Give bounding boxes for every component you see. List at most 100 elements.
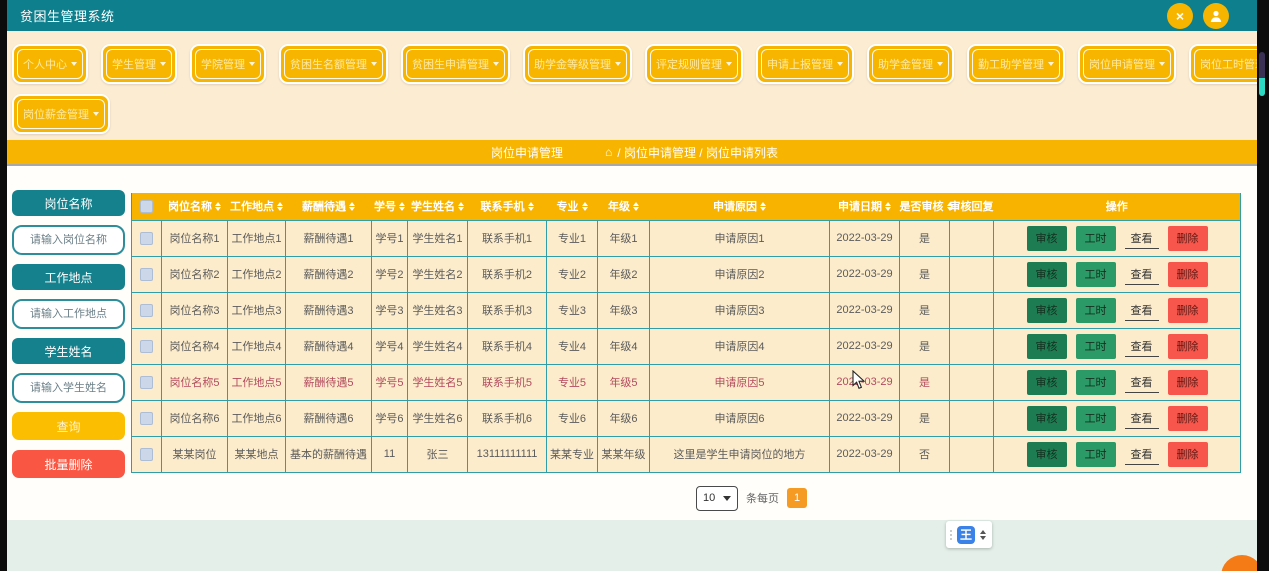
hours-button[interactable]: 工时 (1075, 441, 1116, 467)
ime-widget[interactable]: 王 (946, 521, 992, 548)
table-cell: 学号2 (371, 255, 408, 293)
column-header[interactable]: 申请原因 (649, 193, 830, 221)
nav-menu-item[interactable]: 岗位薪金管理 (12, 94, 110, 134)
ime-icon: 王 (957, 525, 975, 544)
column-header[interactable]: 工作地点 (227, 193, 286, 221)
nav-menu-item-inner: 岗位申请管理 (1083, 49, 1171, 79)
user-button[interactable] (1203, 2, 1229, 29)
nav-menu-item[interactable]: 申请上报管理 (756, 44, 854, 84)
review-button[interactable]: 审核 (1026, 261, 1067, 287)
column-header[interactable]: 岗位名称 (161, 193, 228, 221)
table-cell (949, 435, 994, 473)
table-cell: 联系手机3 (467, 291, 547, 329)
nav-item-label: 学院管理 (201, 59, 245, 71)
row-checkbox[interactable] (140, 267, 153, 281)
view-button[interactable]: 查看 (1124, 407, 1159, 429)
table-cell: 薪酬待遇6 (285, 399, 372, 437)
column-header[interactable]: 联系手机 (467, 193, 547, 221)
nav-menu-item[interactable]: 助学金等级管理 (523, 44, 632, 84)
table-cell: 2022-03-29 (829, 435, 900, 473)
nav-menu-item[interactable]: 学生管理 (101, 44, 177, 84)
scrollbar[interactable] (1259, 52, 1265, 96)
column-header[interactable]: 薪酬待遇 (285, 193, 372, 221)
nav-menu-item[interactable]: 岗位申请管理 (1078, 44, 1176, 84)
view-button[interactable]: 查看 (1124, 263, 1159, 285)
hours-button[interactable]: 工时 (1075, 261, 1116, 287)
view-button[interactable]: 查看 (1124, 443, 1159, 465)
review-button[interactable]: 审核 (1026, 405, 1067, 431)
delete-button[interactable]: 删除 (1167, 225, 1208, 251)
column-header[interactable]: 学号 (371, 193, 408, 221)
delete-button[interactable]: 删除 (1167, 297, 1208, 323)
table-cell: 学号3 (371, 291, 408, 329)
table-cell (949, 219, 994, 257)
table-cell: 薪酬待遇1 (285, 219, 372, 257)
filter-input[interactable] (12, 225, 125, 255)
filter-input[interactable] (12, 299, 125, 329)
row-checkbox[interactable] (140, 447, 153, 461)
row-checkbox[interactable] (140, 411, 153, 425)
table-cell: 工作地点5 (227, 363, 286, 401)
footer (7, 520, 1257, 571)
hours-button[interactable]: 工时 (1075, 225, 1116, 251)
filter-input[interactable] (12, 373, 125, 403)
delete-button[interactable]: 删除 (1167, 369, 1208, 395)
delete-button[interactable]: 删除 (1167, 333, 1208, 359)
table-cell: 岗位名称2 (161, 255, 228, 293)
main-panel: 岗位名称 工作地点 薪酬待遇 学号 学生姓名 联系手机 专业 年级 申请原因 申请日期 是否审核审核… (131, 193, 1241, 511)
nav-menu-item[interactable]: 贫困生名额管理 (279, 44, 388, 84)
column-header[interactable]: 是否审核 (899, 193, 953, 221)
view-button[interactable]: 查看 (1124, 227, 1159, 249)
view-button[interactable]: 查看 (1124, 371, 1159, 393)
hours-button[interactable]: 工时 (1075, 369, 1116, 395)
filter-sidebar: 岗位名称工作地点学生姓名查询批量删除 (12, 190, 125, 488)
app-title: 贫困生管理系统 (20, 9, 115, 24)
review-button[interactable]: 审核 (1026, 369, 1067, 395)
nav-menu-item[interactable]: 学院管理 (190, 44, 266, 84)
chevron-down-icon (160, 62, 166, 66)
row-checkbox[interactable] (140, 375, 153, 389)
table-cell: 申请原因4 (649, 327, 830, 365)
hours-button[interactable]: 工时 (1075, 297, 1116, 323)
nav-item-label: 岗位申请管理 (1089, 59, 1155, 71)
row-checkbox[interactable] (140, 339, 153, 353)
close-button[interactable]: × (1167, 2, 1193, 29)
column-header[interactable]: 学生姓名 (407, 193, 468, 221)
review-button[interactable]: 审核 (1026, 225, 1067, 251)
view-button[interactable]: 查看 (1124, 335, 1159, 357)
nav-menu-item[interactable]: 评定规则管理 (645, 44, 743, 84)
view-button[interactable]: 查看 (1124, 299, 1159, 321)
top-bar: 贫困生管理系统 × (0, 0, 1269, 31)
column-header[interactable]: 专业 (546, 193, 598, 221)
table-cell: 年级3 (597, 291, 650, 329)
column-header-label: 申请日期 (838, 201, 882, 214)
hours-button[interactable]: 工时 (1075, 333, 1116, 359)
nav-menu-item[interactable]: 助学金管理 (867, 44, 954, 84)
chevron-down-icon (723, 495, 731, 501)
page-size-select[interactable]: 10 (696, 485, 738, 511)
row-checkbox[interactable] (140, 303, 153, 317)
select-all-checkbox[interactable] (140, 199, 154, 213)
nav-menu-item[interactable]: 勤工助学管理 (967, 44, 1065, 84)
review-button[interactable]: 审核 (1026, 297, 1067, 323)
delete-button[interactable]: 删除 (1167, 441, 1208, 467)
column-header[interactable]: 申请日期 (829, 193, 900, 221)
table-row: 岗位名称4 工作地点4 薪酬待遇4 学号4 学生姓名4 联系手机4 专业4 年级4 申请原因4 2… (131, 327, 1241, 365)
table-row: 某某岗位 某某地点 基本的薪酬待遇 11 张三 13111111111 某某专业 某某年级 这里… (131, 435, 1241, 473)
column-header[interactable]: 年级 (597, 193, 650, 221)
review-button[interactable]: 审核 (1026, 333, 1067, 359)
delete-button[interactable]: 删除 (1167, 405, 1208, 431)
close-icon: × (1175, 7, 1185, 24)
delete-button[interactable]: 删除 (1167, 261, 1208, 287)
row-checkbox[interactable] (140, 231, 153, 245)
review-button[interactable]: 审核 (1026, 441, 1067, 467)
table-cell: 张三 (407, 435, 468, 473)
sort-icon (215, 201, 221, 211)
query-button[interactable]: 查询 (12, 412, 125, 440)
sort-icon (760, 201, 766, 211)
nav-menu-item[interactable]: 个人中心 (12, 44, 88, 84)
hours-button[interactable]: 工时 (1075, 405, 1116, 431)
page-number-button[interactable]: 1 (787, 488, 807, 508)
batch-delete-button[interactable]: 批量删除 (12, 450, 125, 478)
nav-menu-item[interactable]: 贫困生申请管理 (401, 44, 510, 84)
